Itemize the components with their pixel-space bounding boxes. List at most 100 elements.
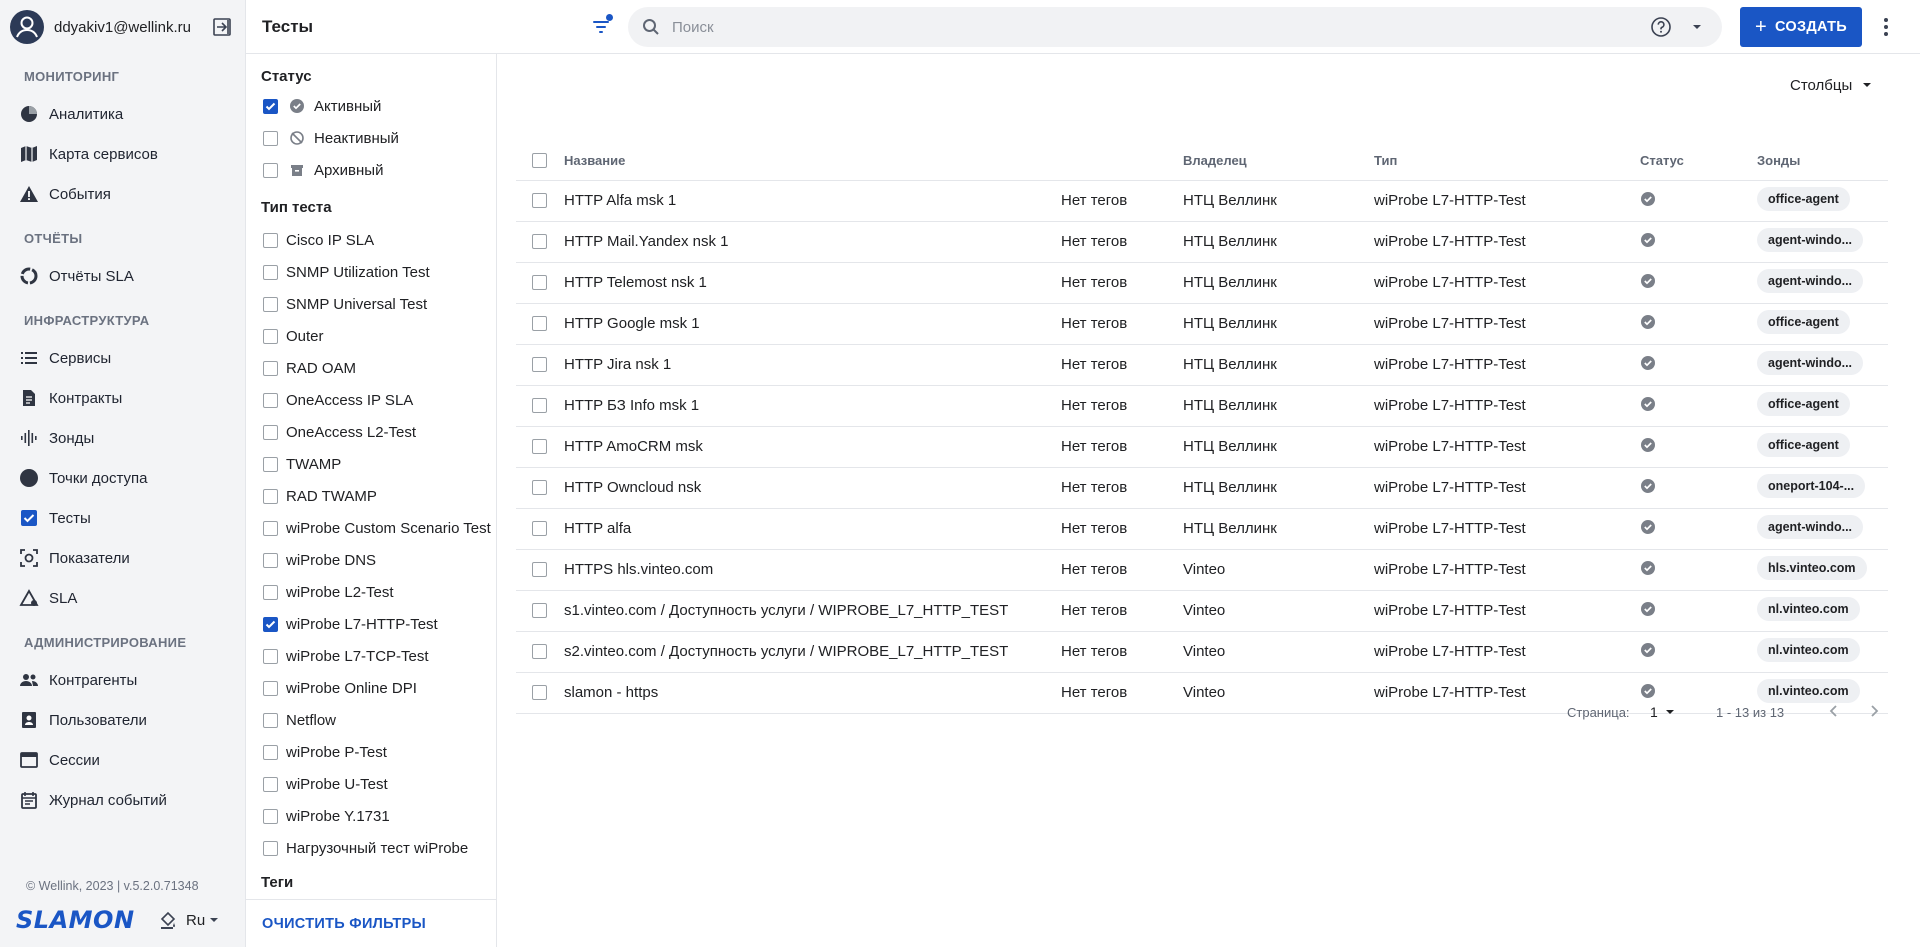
table-row[interactable]: HTTP AmoCRM msk Нет тегов НТЦ Веллинк wiPro… [516,426,1888,468]
table-row[interactable]: HTTP alfa Нет тегов НТЦ Веллинк wiProbe L7-… [516,508,1888,550]
column-header-name[interactable]: Название [564,142,1061,181]
nav-item[interactable]: Тесты [0,498,245,538]
nav-item[interactable]: Зонды [0,418,245,458]
row-checkbox[interactable] [532,357,547,372]
type-filter-checkbox[interactable] [263,744,278,760]
type-filter-checkbox[interactable] [263,840,278,856]
type-filter-option[interactable]: Netflow [246,704,496,736]
search-options-chevron-icon[interactable] [1684,14,1710,40]
type-filter-option[interactable]: TWAMP [246,448,496,480]
type-filter-option[interactable]: wiProbe Y.1731 [246,800,496,832]
status-filter-checkbox[interactable] [263,130,278,146]
nav-item[interactable]: Контрагенты [0,660,245,700]
type-filter-checkbox[interactable] [263,264,278,280]
type-filter-option[interactable]: SNMP Utilization Test [246,256,496,288]
type-filter-option[interactable]: Outer [246,320,496,352]
type-filter-option[interactable]: Нагрузочный тест wiProbe [246,832,496,864]
column-header-owner[interactable]: Владелец [1183,142,1374,181]
type-filter-option[interactable]: SNMP Universal Test [246,288,496,320]
type-filter-option[interactable]: wiProbe L7-TCP-Test [246,640,496,672]
type-filter-option[interactable]: OneAccess L2-Test [246,416,496,448]
nav-item[interactable]: Точки доступа [0,458,245,498]
zone-chip[interactable]: agent-windo... [1757,268,1864,293]
zone-chip[interactable]: office-agent [1757,391,1850,416]
nav-item[interactable]: Пользователи [0,700,245,740]
table-row[interactable]: HTTP Jira nsk 1 Нет тегов НТЦ Веллинк wiPro… [516,344,1888,386]
nav-item[interactable]: Контракты [0,378,245,418]
type-filter-checkbox[interactable] [263,392,278,408]
table-row[interactable]: s1.vinteo.com / Доступность услуги / WIP… [516,590,1888,632]
test-name[interactable]: HTTP Alfa msk 1 [564,180,1061,222]
zone-chip[interactable]: nl.vinteo.com [1757,678,1860,703]
zone-chip[interactable]: agent-windo... [1757,350,1864,375]
nav-item[interactable]: SLA [0,578,245,618]
type-filter-checkbox[interactable] [263,456,278,472]
type-filter-option[interactable]: RAD OAM [246,352,496,384]
row-checkbox[interactable] [532,398,547,413]
status-filter-checkbox[interactable] [263,162,278,178]
type-filter-checkbox[interactable] [263,648,278,664]
test-name[interactable]: HTTP Mail.Yandex nsk 1 [564,221,1061,263]
zone-chip[interactable]: nl.vinteo.com [1757,596,1860,621]
create-button[interactable]: + СОЗДАТЬ [1740,7,1862,47]
zone-chip[interactable]: oneport-104-... [1757,473,1866,498]
row-checkbox[interactable] [532,685,547,700]
table-row[interactable]: HTTP Mail.Yandex nsk 1 Нет тегов НТЦ Велли… [516,221,1888,263]
test-name[interactable]: HTTP Google msk 1 [564,303,1061,345]
row-checkbox[interactable] [532,193,547,208]
row-checkbox[interactable] [532,562,547,577]
test-name[interactable]: HTTP Telemost nsk 1 [564,262,1061,304]
previous-page-icon[interactable] [1826,703,1842,722]
table-row[interactable]: HTTP Google msk 1 Нет тегов НТЦ Веллинк wiP… [516,303,1888,345]
table-row[interactable]: HTTP Owncloud nsk Нет тегов НТЦ Веллинк wiP… [516,467,1888,509]
nav-item[interactable]: Показатели [0,538,245,578]
column-header-type[interactable]: Тип [1374,142,1640,181]
language-selector[interactable]: Ru [158,910,223,930]
zone-chip[interactable]: office-agent [1757,432,1850,457]
page-select[interactable]: 1 [1650,704,1678,720]
test-name[interactable]: HTTP БЗ Info msk 1 [564,385,1061,427]
type-filter-checkbox[interactable] [263,488,278,504]
table-row[interactable]: s2.vinteo.com / Доступность услуги / WIP… [516,631,1888,673]
test-name[interactable]: HTTP alfa [564,508,1061,550]
table-row[interactable]: HTTP БЗ Info msk 1 Нет тегов НТЦ Веллинк wi… [516,385,1888,427]
status-filter-checkbox[interactable] [263,98,278,114]
select-all-checkbox[interactable] [532,153,547,169]
row-checkbox[interactable] [532,234,547,249]
status-filter-option[interactable]: Неактивный [246,122,496,154]
avatar-icon[interactable] [10,10,44,44]
test-name[interactable]: HTTP Owncloud nsk [564,467,1061,509]
row-checkbox[interactable] [532,316,547,331]
zone-chip[interactable]: hls.vinteo.com [1757,555,1867,580]
type-filter-checkbox[interactable] [263,584,278,600]
zone-chip[interactable]: office-agent [1757,309,1850,334]
row-checkbox[interactable] [532,275,547,290]
type-filter-option[interactable]: Cisco IP SLA [246,224,496,256]
clear-filters-button[interactable]: ОЧИСТИТЬ ФИЛЬТРЫ [262,916,426,932]
nav-item[interactable]: Сервисы [0,338,245,378]
type-filter-checkbox[interactable] [263,680,278,696]
test-name[interactable]: HTTP Jira nsk 1 [564,344,1061,386]
column-header-zones[interactable]: Зонды [1757,142,1888,181]
type-filter-checkbox[interactable] [263,616,278,632]
search-input[interactable] [672,18,1648,36]
more-options-icon[interactable] [1874,12,1898,42]
type-filter-option[interactable]: wiProbe DNS [246,544,496,576]
help-icon[interactable] [1648,14,1674,40]
type-filter-option[interactable]: wiProbe U-Test [246,768,496,800]
next-page-icon[interactable] [1866,703,1882,722]
type-filter-checkbox[interactable] [263,296,278,312]
nav-item[interactable]: Аналитика [0,94,245,134]
type-filter-checkbox[interactable] [263,360,278,376]
status-filter-option[interactable]: Архивный [246,154,496,186]
nav-item[interactable]: События [0,174,245,214]
row-checkbox[interactable] [532,480,547,495]
type-filter-checkbox[interactable] [263,328,278,344]
nav-item[interactable]: Сессии [0,740,245,780]
row-checkbox[interactable] [532,521,547,536]
table-row[interactable]: HTTP Alfa msk 1 Нет тегов НТЦ Веллинк wiPro… [516,180,1888,222]
type-filter-option[interactable]: wiProbe Custom Scenario Test [246,512,496,544]
type-filter-option[interactable]: RAD TWAMP [246,480,496,512]
zone-chip[interactable]: nl.vinteo.com [1757,637,1860,662]
status-filter-option[interactable]: Активный [246,90,496,122]
